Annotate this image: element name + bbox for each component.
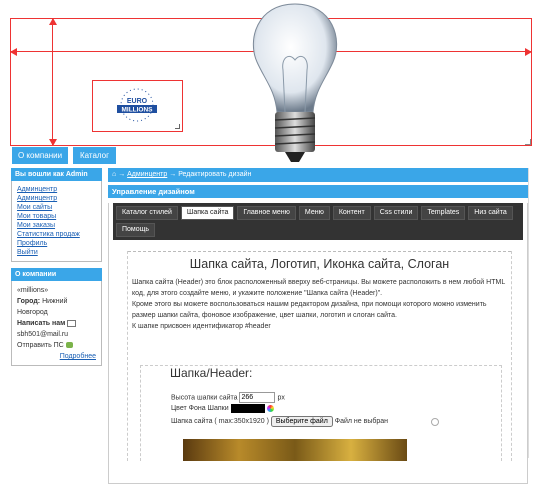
tab-menu[interactable]: Меню xyxy=(298,206,330,220)
write-us-label: Написать нам xyxy=(17,320,66,327)
write-us-row[interactable]: Написать нам xyxy=(17,318,96,329)
tab-templates[interactable]: Templates xyxy=(421,206,466,220)
city-label: Город: xyxy=(17,298,41,305)
tab-footer[interactable]: Низ сайта xyxy=(468,206,513,220)
tab-css[interactable]: Css стили xyxy=(373,206,419,220)
bg-color-label: Цвет Фона Шапки xyxy=(171,405,229,412)
resize-handle-icon[interactable] xyxy=(175,124,180,129)
content-heading: Шапка сайта, Логотип, Иконка сайта, Слог… xyxy=(189,257,450,271)
section-title: Шапка/Header: xyxy=(167,366,256,380)
company-block-title: О компании xyxy=(11,268,102,281)
company-email: sbh501@mail.ru xyxy=(17,331,69,338)
tab-style-catalog[interactable]: Каталог стилей xyxy=(116,206,178,220)
panel-title: Управление дизайном xyxy=(108,185,528,198)
right-page-edge xyxy=(528,168,529,458)
sidebar-link-admincenter-2[interactable]: Админцентр xyxy=(17,194,96,203)
euromillions-logo: EURO MILLIONS xyxy=(117,88,157,122)
bg-color-row: Цвет Фона Шапки xyxy=(171,403,274,415)
lightbulb-image xyxy=(252,3,338,162)
company-city: Город: Нижний Новгород xyxy=(17,296,96,318)
file-status: Файл не выбран xyxy=(334,418,389,425)
breadcrumb-separator-2: → xyxy=(169,171,177,178)
arrow-down-icon xyxy=(49,139,57,146)
header-resize-handle-icon[interactable] xyxy=(525,139,531,145)
height-label: Высота шапки сайта xyxy=(171,394,238,402)
logo-text-millions: MILLIONS xyxy=(121,107,153,114)
admin-block-title: Вы вошли как Admin xyxy=(11,168,102,181)
tab-content[interactable]: Контент xyxy=(332,206,371,220)
sidebar-link-sales-stats[interactable]: Статистика продаж xyxy=(17,230,96,239)
sidebar-link-profile[interactable]: Профиль xyxy=(17,239,96,248)
site-header-preview: EURO MILLIONS xyxy=(0,0,543,165)
bg-color-swatch[interactable] xyxy=(230,403,265,413)
home-icon[interactable]: ⌂ xyxy=(112,171,116,178)
header-settings-section: Шапка/Header: Высота шапки сайта px Цвет… xyxy=(140,365,502,461)
height-input[interactable] xyxy=(239,392,276,403)
breadcrumb-separator: → xyxy=(118,171,126,178)
sidebar-link-my-sites[interactable]: Мои сайты xyxy=(17,203,96,212)
tab-help[interactable]: Помощь xyxy=(116,223,156,237)
logo-text-euro: EURO xyxy=(127,98,148,105)
arrow-left-icon xyxy=(10,48,17,56)
logo-area[interactable]: EURO MILLIONS xyxy=(92,80,183,132)
arrow-up-icon xyxy=(49,18,57,25)
sidebar-link-my-products[interactable]: Мои товары xyxy=(17,212,96,221)
sidebar-link-admincenter[interactable]: Админцентр xyxy=(17,185,96,194)
tab-header[interactable]: Шапка сайта xyxy=(180,206,235,220)
admin-block: Админцентр Админцентр Мои сайты Мои това… xyxy=(11,181,102,262)
message-icon xyxy=(65,342,73,349)
help-icon[interactable] xyxy=(431,418,439,426)
image-label: Шапка сайта ( max:350x1920 ) xyxy=(171,418,269,425)
image-row: Шапка сайта ( max:350x1920 ) Выберите фа… xyxy=(171,416,388,428)
nav-item-about[interactable]: О компании xyxy=(12,147,68,164)
tab-bar: Каталог стилей Шапка сайта Главное меню … xyxy=(113,203,523,240)
mail-icon xyxy=(67,319,77,327)
send-message-label: Отправить ПС xyxy=(17,342,64,349)
company-block: «millions» Город: Нижний Новгород Написа… xyxy=(11,281,102,366)
content-paragraph-3: К шапке присвоен идентификатор #header xyxy=(132,323,271,330)
color-picker-icon[interactable] xyxy=(266,404,274,412)
sidebar-link-logout[interactable]: Выйти xyxy=(17,248,96,257)
sidebar: Вы вошли как Admin Админцентр Админцентр… xyxy=(11,168,102,366)
choose-file-button[interactable]: Выберите файл xyxy=(270,416,333,427)
height-unit: px xyxy=(277,394,285,402)
content-paragraph-2: Кроме этого вы можете воспользоваться на… xyxy=(132,301,487,319)
send-message-row[interactable]: Отправить ПС xyxy=(17,340,96,351)
tab-main-menu[interactable]: Главное меню xyxy=(237,206,296,220)
content-paragraph-1: Шапка сайта (Header) это блок расположен… xyxy=(132,279,505,297)
header-height-guide xyxy=(52,18,53,146)
arrow-right-icon xyxy=(525,48,532,56)
breadcrumb-link-admincenter[interactable]: Админцентр xyxy=(127,171,167,178)
company-name: «millions» xyxy=(17,287,49,294)
breadcrumb: ⌂ → Админцентр → Редактировать дизайн xyxy=(108,168,528,182)
more-link[interactable]: Подробнее xyxy=(60,353,96,360)
nav-item-catalog[interactable]: Каталог xyxy=(73,147,116,164)
breadcrumb-current: Редактировать дизайн xyxy=(178,171,252,178)
sidebar-link-my-orders[interactable]: Мои заказы xyxy=(17,221,96,230)
